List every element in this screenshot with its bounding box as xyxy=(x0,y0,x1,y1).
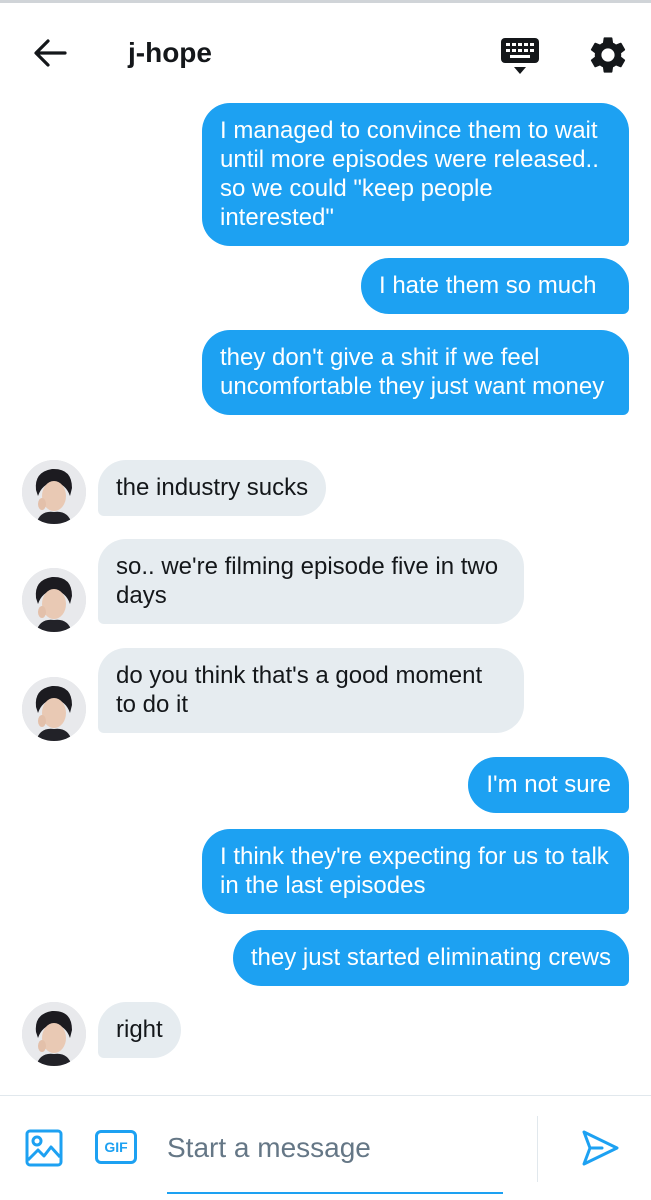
gif-icon: GIF xyxy=(104,1139,128,1155)
input-underline xyxy=(167,1192,503,1194)
incoming-message[interactable]: so.. we're filming episode five in two d… xyxy=(98,539,524,624)
outgoing-message[interactable]: I managed to convince them to wait until… xyxy=(202,103,629,246)
conversation-header: j-hope xyxy=(0,3,651,100)
outgoing-message[interactable]: I hate them so much xyxy=(361,258,629,314)
outgoing-message[interactable]: I think they're expecting for us to talk… xyxy=(202,829,629,914)
image-icon xyxy=(25,1129,63,1167)
send-icon xyxy=(582,1130,619,1166)
arrow-left-icon xyxy=(34,39,67,67)
composer-divider xyxy=(537,1116,538,1182)
incoming-message[interactable]: do you think that's a good moment to do … xyxy=(98,648,524,733)
back-button[interactable] xyxy=(30,33,70,73)
avatar-photo xyxy=(22,460,86,524)
avatar-photo xyxy=(22,677,86,741)
avatar[interactable] xyxy=(22,460,86,524)
message-composer: GIF xyxy=(0,1095,651,1200)
incoming-message[interactable]: right xyxy=(98,1002,181,1058)
send-button[interactable] xyxy=(580,1128,620,1168)
outgoing-message[interactable]: they don't give a shit if we feel uncomf… xyxy=(202,330,629,415)
add-gif-button[interactable]: GIF xyxy=(95,1130,137,1164)
gear-icon xyxy=(590,37,626,73)
avatar[interactable] xyxy=(22,568,86,632)
avatar[interactable] xyxy=(22,677,86,741)
settings-button[interactable] xyxy=(586,33,630,77)
outgoing-message[interactable]: they just started eliminating crews xyxy=(232,930,629,986)
keyboard-icon xyxy=(501,38,539,74)
outgoing-message[interactable]: I'm not sure xyxy=(468,757,629,813)
conversation-title[interactable]: j-hope xyxy=(128,37,212,69)
avatar[interactable] xyxy=(22,1002,86,1066)
add-image-button[interactable] xyxy=(25,1129,63,1167)
message-input[interactable] xyxy=(167,1128,503,1168)
avatar-photo xyxy=(22,568,86,632)
incoming-message[interactable]: the industry sucks xyxy=(98,460,327,516)
keyboard-shortcuts-button[interactable] xyxy=(498,33,542,77)
avatar-photo xyxy=(22,1002,86,1066)
